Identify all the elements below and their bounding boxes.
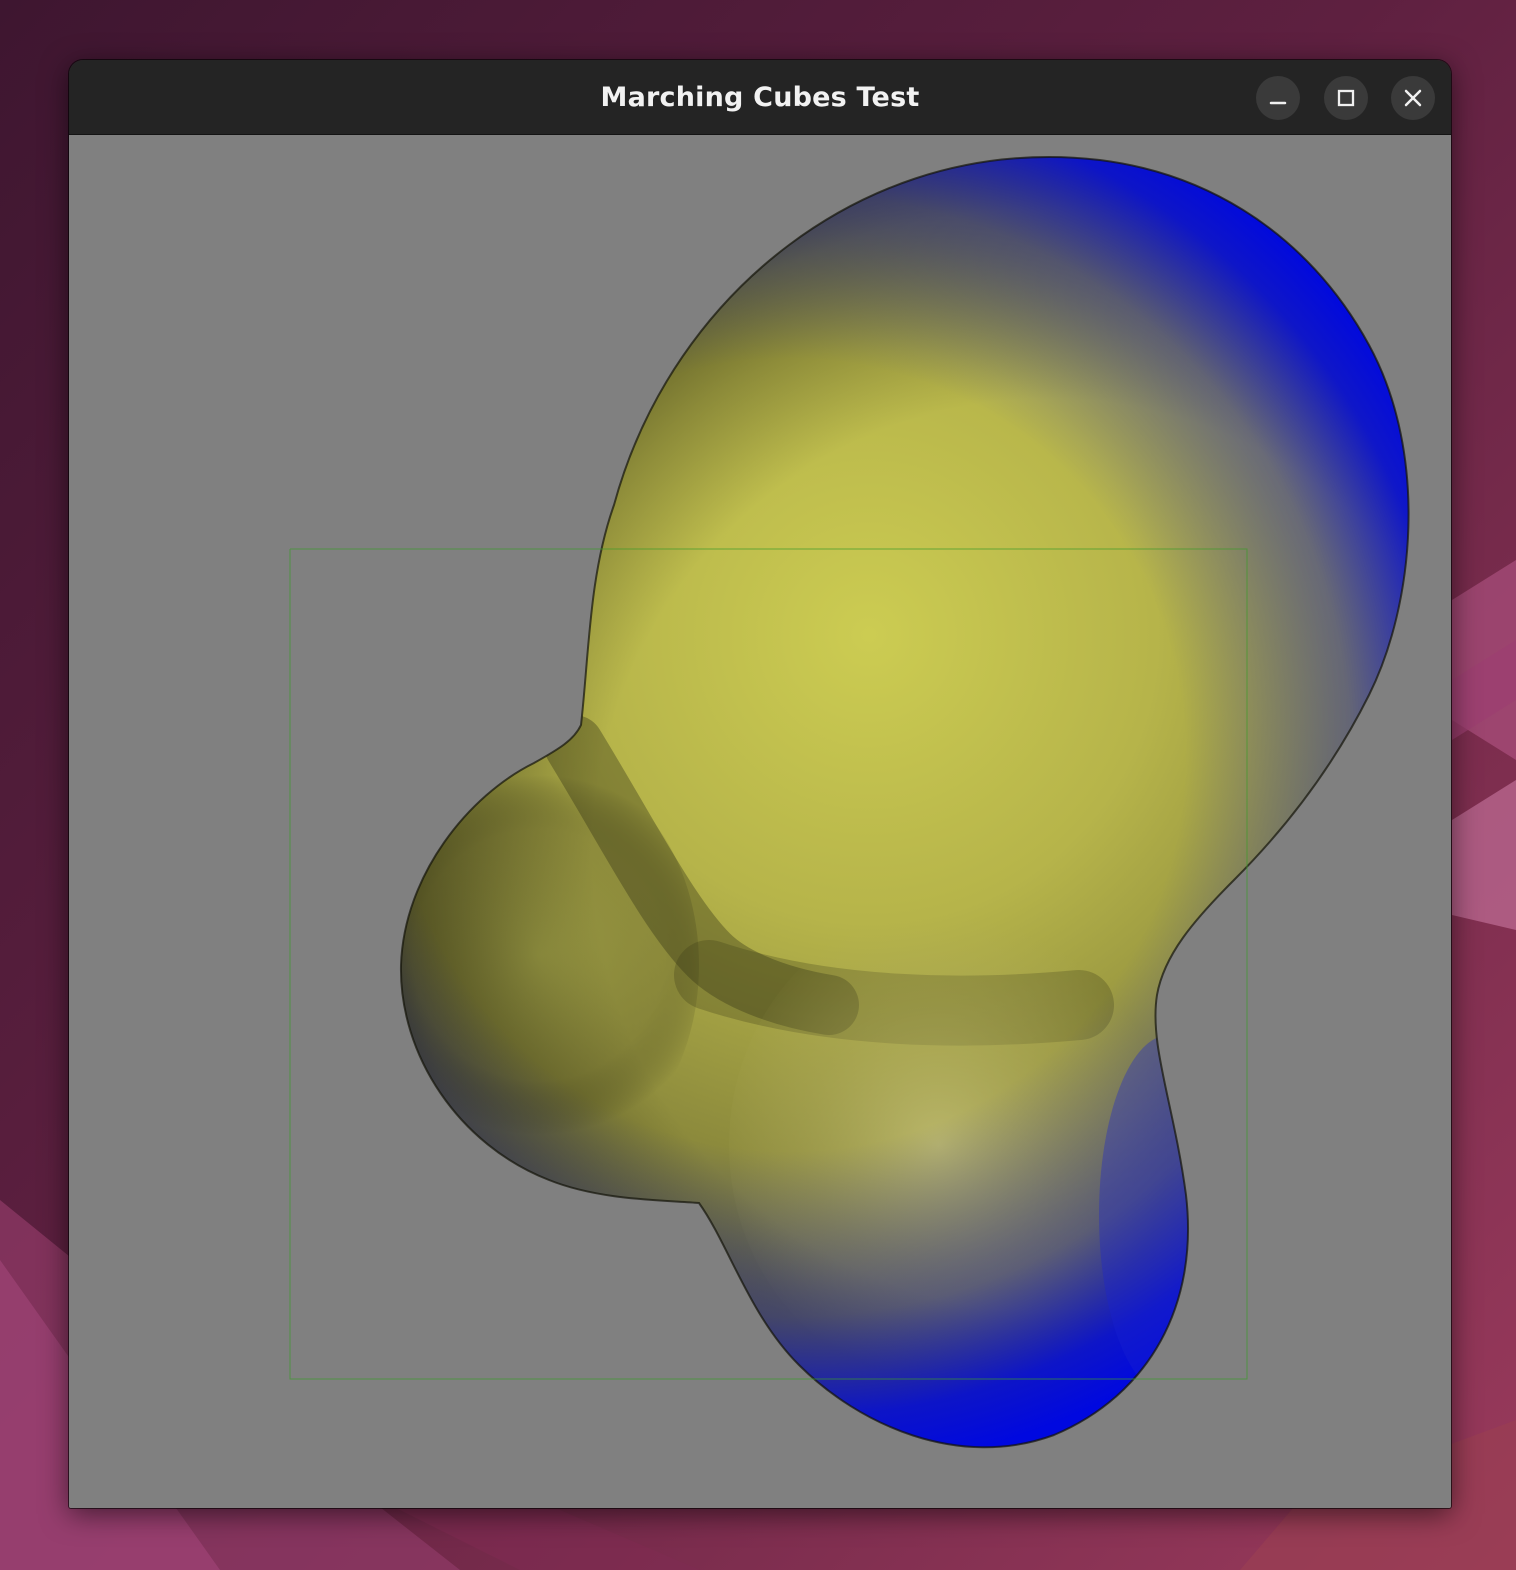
- scene-canvas: [289, 155, 1410, 1449]
- close-icon: [1404, 89, 1422, 107]
- close-button[interactable]: [1391, 76, 1435, 120]
- minimize-icon: [1269, 101, 1287, 105]
- maximize-icon: [1337, 89, 1355, 107]
- render-viewport[interactable]: [69, 135, 1451, 1508]
- window-title: Marching Cubes Test: [600, 82, 920, 113]
- isosurface-mesh: [399, 155, 1410, 1449]
- minimize-button[interactable]: [1256, 76, 1300, 120]
- maximize-button[interactable]: [1324, 76, 1368, 120]
- title-bar[interactable]: Marching Cubes Test: [69, 60, 1451, 135]
- app-window: Marching Cubes Test: [69, 60, 1451, 1508]
